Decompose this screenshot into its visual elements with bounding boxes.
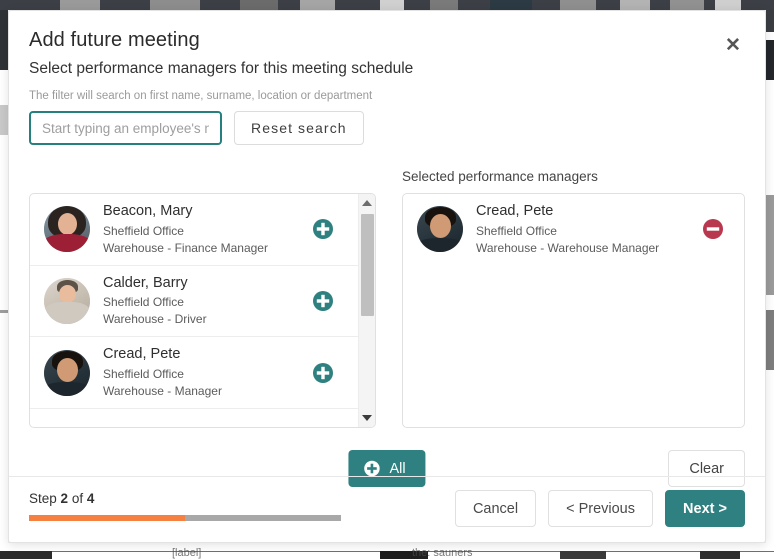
chevron-up-icon[interactable]	[359, 195, 375, 211]
person-department: Warehouse - Manager	[103, 383, 312, 400]
person-location: Sheffield Office	[103, 366, 312, 383]
next-button[interactable]: Next >	[665, 490, 745, 527]
person-info: Cread, Pete Sheffield Office Warehouse -…	[90, 345, 312, 400]
person-department: Warehouse - Finance Manager	[103, 240, 312, 257]
person-department: Warehouse - Driver	[103, 311, 312, 328]
dialog-footer: Step 2 of 4 Cancel < Previous Next >	[9, 476, 765, 542]
background-top-strip	[0, 0, 774, 10]
person-name: Beacon, Mary	[103, 202, 312, 222]
step-indicator: Step 2 of 4	[29, 491, 341, 521]
filter-hint: The filter will search on first name, su…	[29, 90, 745, 102]
dialog-body: ✕ Add future meeting Select performance …	[9, 11, 765, 477]
person-location: Sheffield Office	[476, 223, 702, 240]
step-middle: of	[72, 491, 83, 506]
previous-button[interactable]: < Previous	[548, 490, 653, 527]
cancel-button[interactable]: Cancel	[455, 490, 536, 527]
background-right-edge	[766, 10, 774, 543]
selected-managers-list: Cread, Pete Sheffield Office Warehouse -…	[402, 193, 745, 428]
add-all-label: All	[389, 461, 405, 477]
person-location: Sheffield Office	[103, 294, 312, 311]
dialog-title: Add future meeting	[29, 29, 745, 52]
available-list-scroll-area[interactable]: Beacon, Mary Sheffield Office Warehouse …	[30, 194, 358, 427]
step-current: 2	[61, 491, 69, 506]
add-circle-icon	[363, 460, 380, 477]
add-circle-icon[interactable]	[312, 218, 334, 240]
step-total: 4	[87, 491, 95, 506]
avatar	[44, 350, 90, 396]
add-circle-icon[interactable]	[312, 362, 334, 384]
remove-circle-icon[interactable]	[702, 218, 724, 240]
selected-panel-heading: Selected performance managers	[402, 159, 745, 193]
list-item[interactable]: Cread, Pete Sheffield Office Warehouse -…	[403, 194, 744, 265]
person-name: Cread, Pete	[476, 202, 702, 222]
progress-track	[29, 515, 341, 521]
list-scrollbar[interactable]	[358, 194, 375, 427]
list-item[interactable]: Beacon, Mary Sheffield Office Warehouse …	[30, 194, 358, 266]
person-info: Beacon, Mary Sheffield Office Warehouse …	[90, 202, 312, 257]
available-panel-heading-spacer	[29, 159, 376, 193]
add-future-meeting-dialog: ✕ Add future meeting Select performance …	[8, 10, 766, 543]
progress-fill	[29, 515, 185, 521]
avatar	[44, 278, 90, 324]
person-name: Calder, Barry	[103, 274, 312, 294]
person-info: Cread, Pete Sheffield Office Warehouse -…	[463, 202, 702, 257]
background-bottom-strip: [label] the: sauners	[0, 543, 774, 559]
panels-container: Beacon, Mary Sheffield Office Warehouse …	[29, 159, 745, 428]
available-managers-panel: Beacon, Mary Sheffield Office Warehouse …	[29, 159, 376, 428]
search-row: Reset search	[29, 111, 745, 145]
reset-search-button[interactable]: Reset search	[234, 111, 364, 145]
step-label: Step 2 of 4	[29, 491, 341, 506]
person-info: Calder, Barry Sheffield Office Warehouse…	[90, 274, 312, 329]
scrollbar-thumb[interactable]	[361, 214, 374, 316]
background-left-edge	[0, 10, 8, 543]
person-location: Sheffield Office	[103, 223, 312, 240]
page-root: [label] the: sauners ✕ Add future meetin…	[0, 0, 774, 559]
add-circle-icon[interactable]	[312, 290, 334, 312]
step-prefix: Step	[29, 491, 57, 506]
search-input[interactable]	[29, 111, 222, 145]
list-item[interactable]: Cread, Pete Sheffield Office Warehouse -…	[30, 337, 358, 409]
dialog-subtitle: Select performance managers for this mee…	[29, 60, 745, 78]
available-managers-list: Beacon, Mary Sheffield Office Warehouse …	[29, 193, 376, 428]
person-department: Warehouse - Warehouse Manager	[476, 240, 702, 257]
person-name: Cread, Pete	[103, 345, 312, 365]
avatar	[417, 206, 463, 252]
selected-managers-panel: Selected performance managers Cread, Pet…	[402, 159, 745, 428]
footer-buttons: Cancel < Previous Next >	[455, 490, 745, 527]
avatar	[44, 206, 90, 252]
close-icon[interactable]: ✕	[721, 33, 745, 57]
chevron-down-icon[interactable]	[359, 410, 375, 426]
list-item[interactable]: Calder, Barry Sheffield Office Warehouse…	[30, 266, 358, 338]
